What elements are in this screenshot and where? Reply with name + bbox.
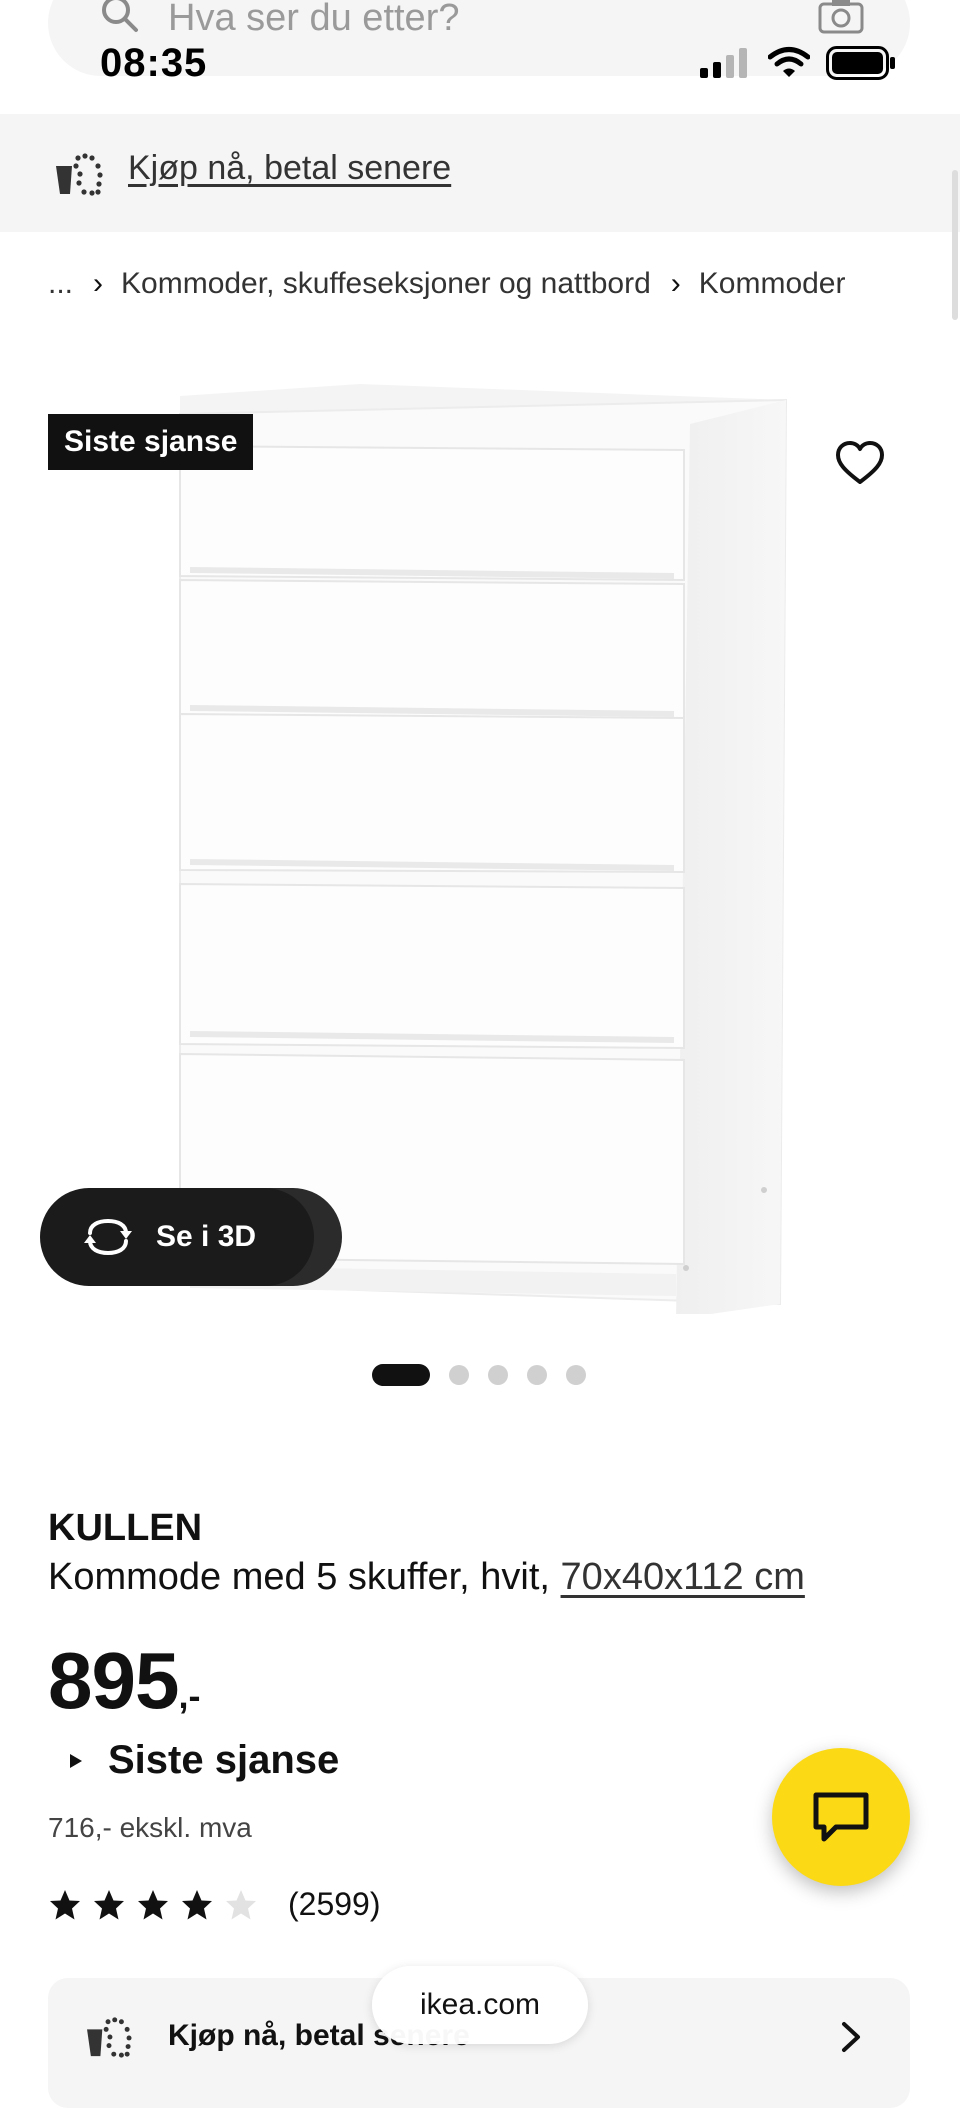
- price-ex-vat: 716,- ekskl. mva: [48, 1812, 252, 1843]
- carousel-dot[interactable]: [527, 1365, 547, 1385]
- carousel-dot[interactable]: [372, 1364, 430, 1386]
- star-empty-icon: [226, 1889, 256, 1919]
- last-chance-disclosure[interactable]: Siste sjanse: [68, 1738, 339, 1783]
- breadcrumb-ellipsis[interactable]: ...: [48, 267, 73, 301]
- product-price: 895,-: [48, 1636, 200, 1749]
- scrollbar[interactable]: [952, 170, 958, 320]
- rotate-3d-icon: [84, 1218, 132, 1256]
- wifi-icon: [768, 47, 810, 77]
- image-carousel-dots: [372, 1364, 605, 1386]
- product-dimensions-link[interactable]: 70x40x112 cm: [561, 1556, 805, 1598]
- star-filled-icon: [50, 1889, 80, 1919]
- star-filled-icon: [182, 1889, 212, 1919]
- product-name: KULLEN: [48, 1507, 203, 1549]
- view-3d-button[interactable]: Se i 3D: [40, 1188, 314, 1286]
- breadcrumb-item-dressers[interactable]: Kommoder: [699, 267, 846, 301]
- carousel-dot[interactable]: [566, 1365, 586, 1385]
- breadcrumb: ... › Kommoder, skuffeseksjoner og nattb…: [48, 264, 845, 304]
- chevron-right-icon: [842, 2022, 860, 2052]
- price-suffix: ,-: [178, 1675, 201, 1716]
- review-count: (2599): [288, 1886, 381, 1922]
- battery-icon: [826, 46, 895, 80]
- product-image[interactable]: [160, 384, 800, 1314]
- signal-icon: [700, 48, 747, 78]
- carousel-dot[interactable]: [449, 1365, 469, 1385]
- camera-icon[interactable]: [818, 0, 864, 34]
- carousel-dot[interactable]: [488, 1365, 508, 1385]
- star-filled-icon: [138, 1889, 168, 1919]
- search-input[interactable]: Hva ser du etter?: [168, 0, 459, 38]
- last-chance-label: Siste sjanse: [108, 1738, 340, 1782]
- chevron-right-icon: ›: [670, 267, 681, 300]
- browser-url-bar[interactable]: ikea.com: [372, 1966, 588, 2044]
- star-filled-icon: [94, 1889, 124, 1919]
- product-rating[interactable]: (2599): [48, 1886, 381, 1923]
- chat-button[interactable]: [772, 1748, 910, 1886]
- shopping-bag-icon: [87, 2017, 132, 2058]
- breadcrumb-item-dressers-category[interactable]: Kommoder, skuffeseksjoner og nattbord: [121, 267, 651, 301]
- product-description: Kommode med 5 skuffer, hvit, 70x40x112 c…: [48, 1552, 805, 1602]
- price-main: 895: [48, 1636, 179, 1725]
- last-chance-badge: Siste sjanse: [48, 414, 254, 470]
- product-description-text: Kommode med 5 skuffer, hvit,: [48, 1556, 550, 1598]
- heart-icon[interactable]: [832, 436, 888, 492]
- pay-later-link[interactable]: Kjøp nå, betal senere: [128, 146, 451, 190]
- shopping-bag-icon: [56, 153, 103, 196]
- chevron-right-icon: ›: [93, 267, 104, 300]
- status-time: 08:35: [100, 41, 208, 85]
- caret-right-icon: [70, 1753, 82, 1768]
- view-3d-label: Se i 3D: [156, 1220, 257, 1253]
- chat-bubble-icon: [813, 1792, 869, 1842]
- search-icon: [102, 0, 138, 32]
